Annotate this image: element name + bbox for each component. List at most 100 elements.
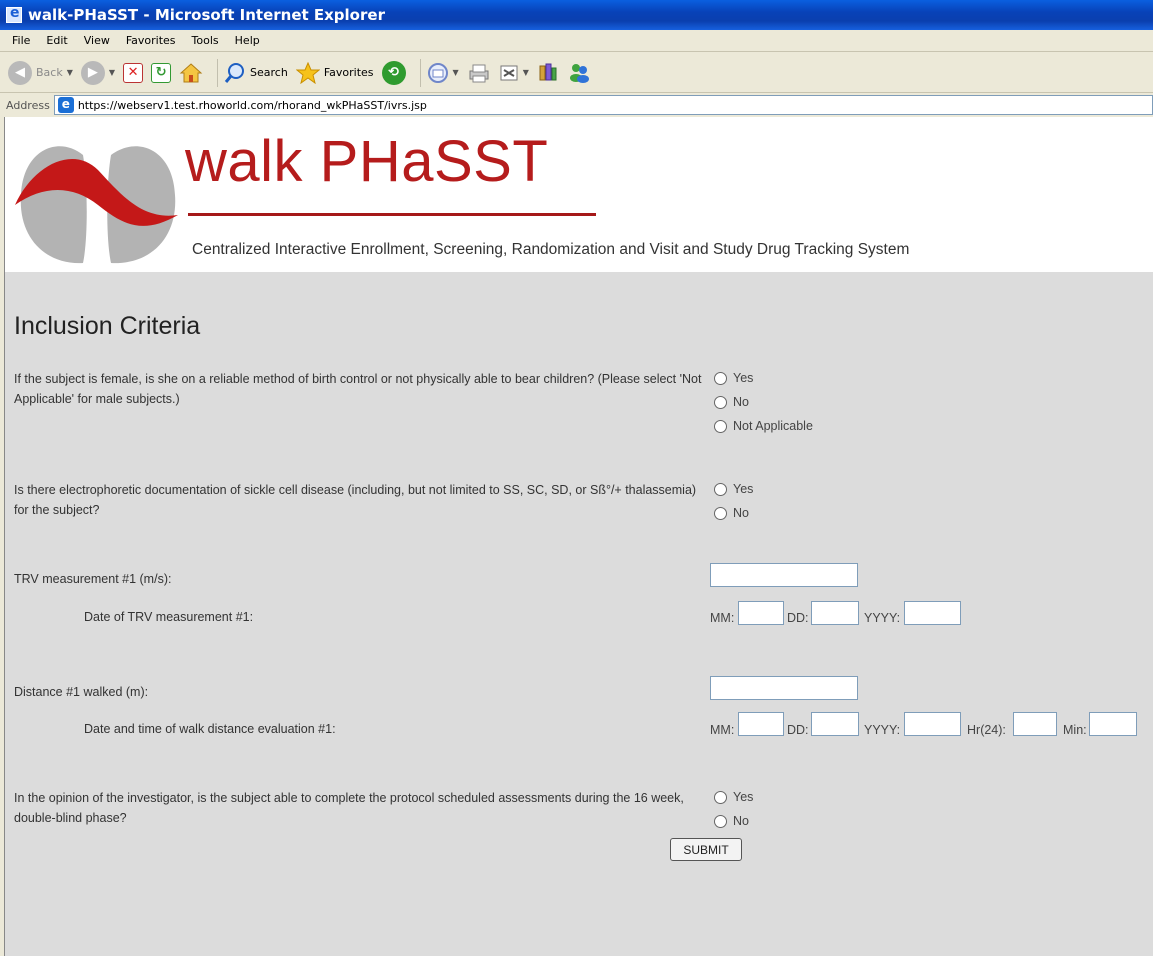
forward-arrow-icon: ▶	[80, 60, 105, 85]
toolbar-separator	[217, 58, 219, 87]
distance-walked-input[interactable]	[710, 676, 858, 700]
toolbar-separator	[419, 58, 421, 87]
refresh-button[interactable]: ↻	[151, 62, 172, 83]
radio-group-birth-control: Yes No Not Applicable	[714, 366, 813, 438]
radio-option-yes[interactable]: Yes	[714, 785, 753, 809]
trv-month-input[interactable]	[738, 601, 784, 625]
radio-option-no[interactable]: No	[714, 501, 753, 525]
menu-bar: File Edit View Favorites Tools Help	[0, 30, 1153, 52]
window-title-bar: walk-PHaSST - Microsoft Internet Explore…	[0, 0, 1153, 30]
forward-dropdown-icon[interactable]: ▼	[109, 68, 115, 77]
page-title: Inclusion Criteria	[14, 312, 201, 340]
walk-dd-label: DD:	[787, 723, 809, 737]
radio-option-not-applicable[interactable]: Not Applicable	[714, 414, 813, 438]
walk-year-input[interactable]	[904, 712, 961, 736]
printer-icon	[469, 64, 489, 82]
brand-underline	[188, 213, 596, 216]
page-icon: e	[57, 97, 74, 113]
ie-window-icon	[6, 5, 22, 23]
walk-month-input[interactable]	[738, 712, 784, 736]
mail-button[interactable]: ▼	[427, 62, 459, 84]
mail-icon	[427, 62, 448, 83]
trv-year-input[interactable]	[904, 601, 961, 625]
question-sickle-cell: Is there electrophoretic documentation o…	[14, 483, 697, 517]
radio-group-sickle-cell: Yes No	[714, 477, 753, 525]
radio-button[interactable]	[714, 506, 727, 520]
window-title: walk-PHaSST - Microsoft Internet Explore…	[28, 6, 385, 24]
edit-document-icon	[500, 65, 518, 80]
brand-title: walk PHaSST	[185, 129, 549, 194]
site-header: walk PHaSST Centralized Interactive Enro…	[5, 117, 1153, 272]
walk-minute-label: Min:	[1063, 723, 1087, 737]
radio-group-investigator-opinion: Yes No	[714, 785, 753, 833]
radio-button[interactable]	[714, 790, 727, 804]
radio-button[interactable]	[714, 419, 727, 433]
stop-icon: ✕	[123, 62, 144, 83]
back-arrow-icon: ◀	[8, 60, 32, 85]
menu-tools[interactable]: Tools	[184, 34, 227, 47]
walk-date-label: Date and time of walk distance evaluatio…	[84, 722, 336, 736]
question-birth-control: If the subject is female, is she on a re…	[14, 372, 702, 406]
menu-edit[interactable]: Edit	[38, 34, 75, 47]
mail-dropdown-icon[interactable]: ▼	[453, 68, 459, 77]
walk-day-input[interactable]	[811, 712, 859, 736]
trv-yyyy-label: YYYY:	[864, 611, 901, 625]
print-button[interactable]	[467, 62, 491, 84]
address-input[interactable]: e https://webserv1.test.rhoworld.com/rho…	[53, 95, 1153, 115]
distance-walked-label: Distance #1 walked (m):	[14, 685, 149, 699]
refresh-icon: ↻	[151, 62, 172, 83]
stop-button[interactable]: ✕	[123, 62, 144, 83]
radio-button[interactable]	[714, 814, 727, 828]
menu-favorites[interactable]: Favorites	[118, 34, 184, 47]
home-icon	[179, 62, 203, 82]
forward-button[interactable]: ▶ ▼	[80, 60, 115, 85]
radio-button[interactable]	[714, 482, 727, 496]
browser-toolbar: ◀ Back ▼ ▶ ▼ ✕ ↻ Search Favorites ⟲ ▼ ▼	[0, 53, 1153, 93]
favorites-button[interactable]: Favorites	[295, 61, 374, 84]
walk-hour-input[interactable]	[1013, 712, 1057, 736]
radio-button[interactable]	[714, 395, 727, 409]
trv-measurement-input[interactable]	[710, 563, 858, 587]
radio-option-no[interactable]: No	[714, 809, 753, 833]
history-button[interactable]: ⟲	[381, 60, 406, 85]
walk-hour-label: Hr(24):	[967, 723, 1006, 737]
brand-tagline: Centralized Interactive Enrollment, Scre…	[192, 241, 910, 258]
search-button[interactable]: Search	[224, 62, 288, 84]
radio-option-yes[interactable]: Yes	[714, 477, 753, 501]
radio-option-no[interactable]: No	[714, 390, 813, 414]
walk-minute-input[interactable]	[1089, 712, 1137, 736]
walk-yyyy-label: YYYY:	[864, 723, 901, 737]
star-icon	[295, 61, 320, 84]
trv-measurement-label: TRV measurement #1 (m/s):	[14, 572, 172, 586]
favorites-label: Favorites	[323, 66, 374, 79]
trv-mm-label: MM:	[710, 611, 735, 625]
page-viewport: walk PHaSST Centralized Interactive Enro…	[4, 117, 1153, 956]
research-icon	[539, 63, 557, 80]
form-content: Inclusion Criteria If the subject is fem…	[5, 272, 1153, 956]
walk-mm-label: MM:	[710, 723, 735, 737]
question-investigator-opinion: In the opinion of the investigator, is t…	[14, 791, 684, 825]
history-icon: ⟲	[381, 60, 406, 85]
radio-button[interactable]	[714, 371, 727, 385]
edit-dropdown-icon[interactable]: ▼	[523, 68, 529, 77]
trv-day-input[interactable]	[811, 601, 859, 625]
trv-date-label: Date of TRV measurement #1:	[84, 610, 254, 624]
home-button[interactable]	[179, 62, 203, 84]
address-label: Address	[6, 98, 50, 112]
address-bar: Address e https://webserv1.test.rhoworld…	[0, 94, 1153, 116]
radio-option-yes[interactable]: Yes	[714, 366, 813, 390]
search-icon	[224, 62, 245, 83]
edit-button[interactable]: ▼	[499, 63, 529, 83]
lungs-logo-icon	[15, 146, 178, 264]
back-button[interactable]: ◀ Back ▼	[8, 60, 73, 85]
menu-view[interactable]: View	[76, 34, 118, 47]
research-button[interactable]	[537, 62, 559, 84]
address-url: https://webserv1.test.rhoworld.com/rhora…	[77, 98, 427, 112]
messenger-icon	[569, 63, 589, 83]
messenger-button[interactable]	[567, 62, 591, 84]
back-dropdown-icon[interactable]: ▼	[67, 68, 73, 77]
search-label: Search	[250, 66, 288, 79]
menu-help[interactable]: Help	[227, 34, 268, 47]
menu-file[interactable]: File	[4, 34, 38, 47]
submit-button[interactable]: SUBMIT	[670, 838, 742, 861]
